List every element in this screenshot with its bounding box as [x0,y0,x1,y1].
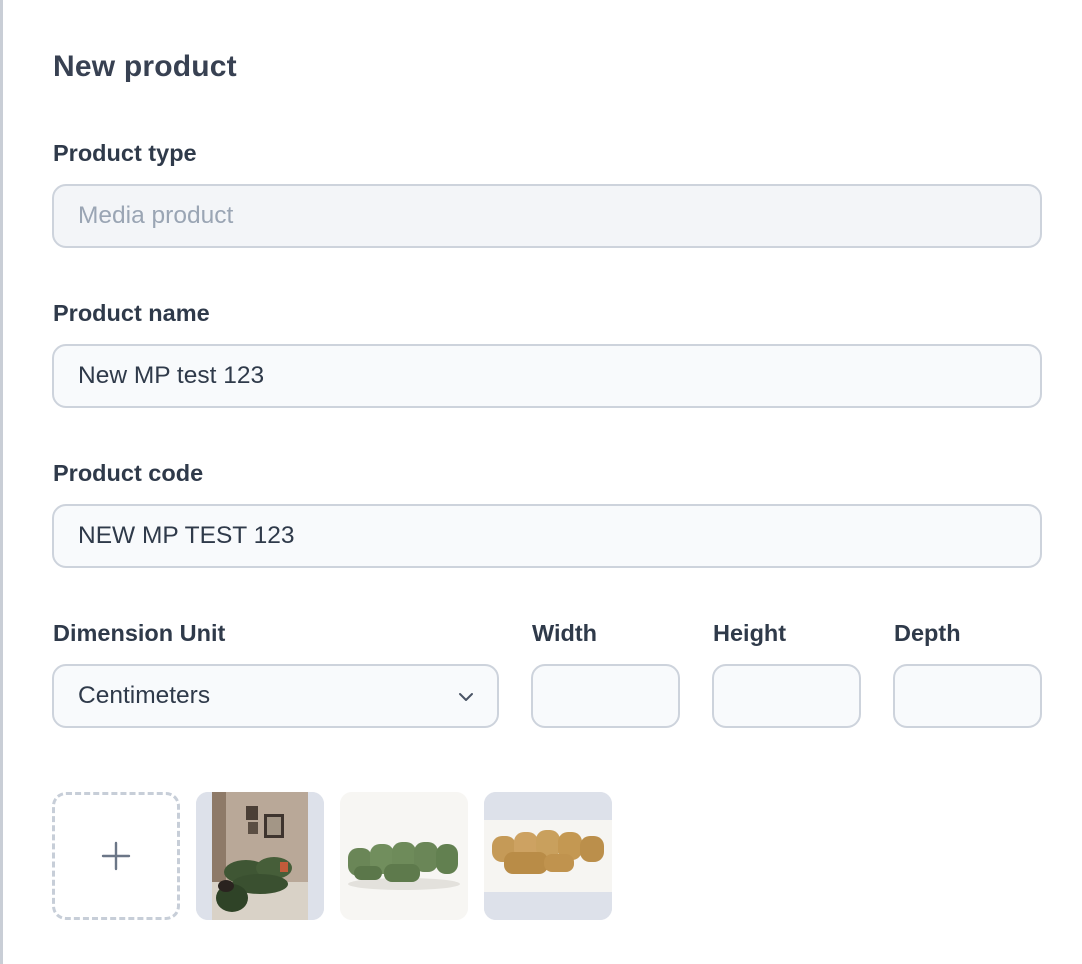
product-type-placeholder: Media product [78,202,234,229]
add-media-button[interactable] [52,792,180,920]
green-modular-sofa-photo [340,792,468,920]
page-title: New product [53,50,237,83]
dimension-unit-select[interactable]: Centimeters [52,664,499,728]
media-thumbnail-1[interactable] [196,792,324,920]
product-type-field[interactable]: Media product [52,184,1042,248]
media-thumbnail-2[interactable] [340,792,468,920]
product-code-label: Product code [53,460,204,486]
product-code-value: NEW MP TEST 123 [78,522,295,549]
product-name-label: Product name [53,300,210,326]
dimension-unit-value: Centimeters [78,682,211,709]
plus-icon [101,841,131,871]
depth-label: Depth [894,620,961,646]
width-input[interactable] [531,664,680,728]
product-name-value: New MP test 123 [78,362,265,389]
dimension-unit-label: Dimension Unit [53,620,226,646]
green-sofa-room-photo [196,792,324,920]
depth-input[interactable] [893,664,1042,728]
chevron-down-icon [459,693,473,701]
new-product-panel: New product Product type Media product P… [0,0,1082,964]
product-name-input[interactable]: New MP test 123 [52,344,1042,408]
product-type-label: Product type [53,140,197,166]
height-input[interactable] [712,664,861,728]
media-thumbnail-3[interactable] [484,792,612,920]
height-label: Height [713,620,787,646]
width-label: Width [532,620,598,646]
product-code-input[interactable]: NEW MP TEST 123 [52,504,1042,568]
ochre-modular-sofa-photo [484,792,612,920]
